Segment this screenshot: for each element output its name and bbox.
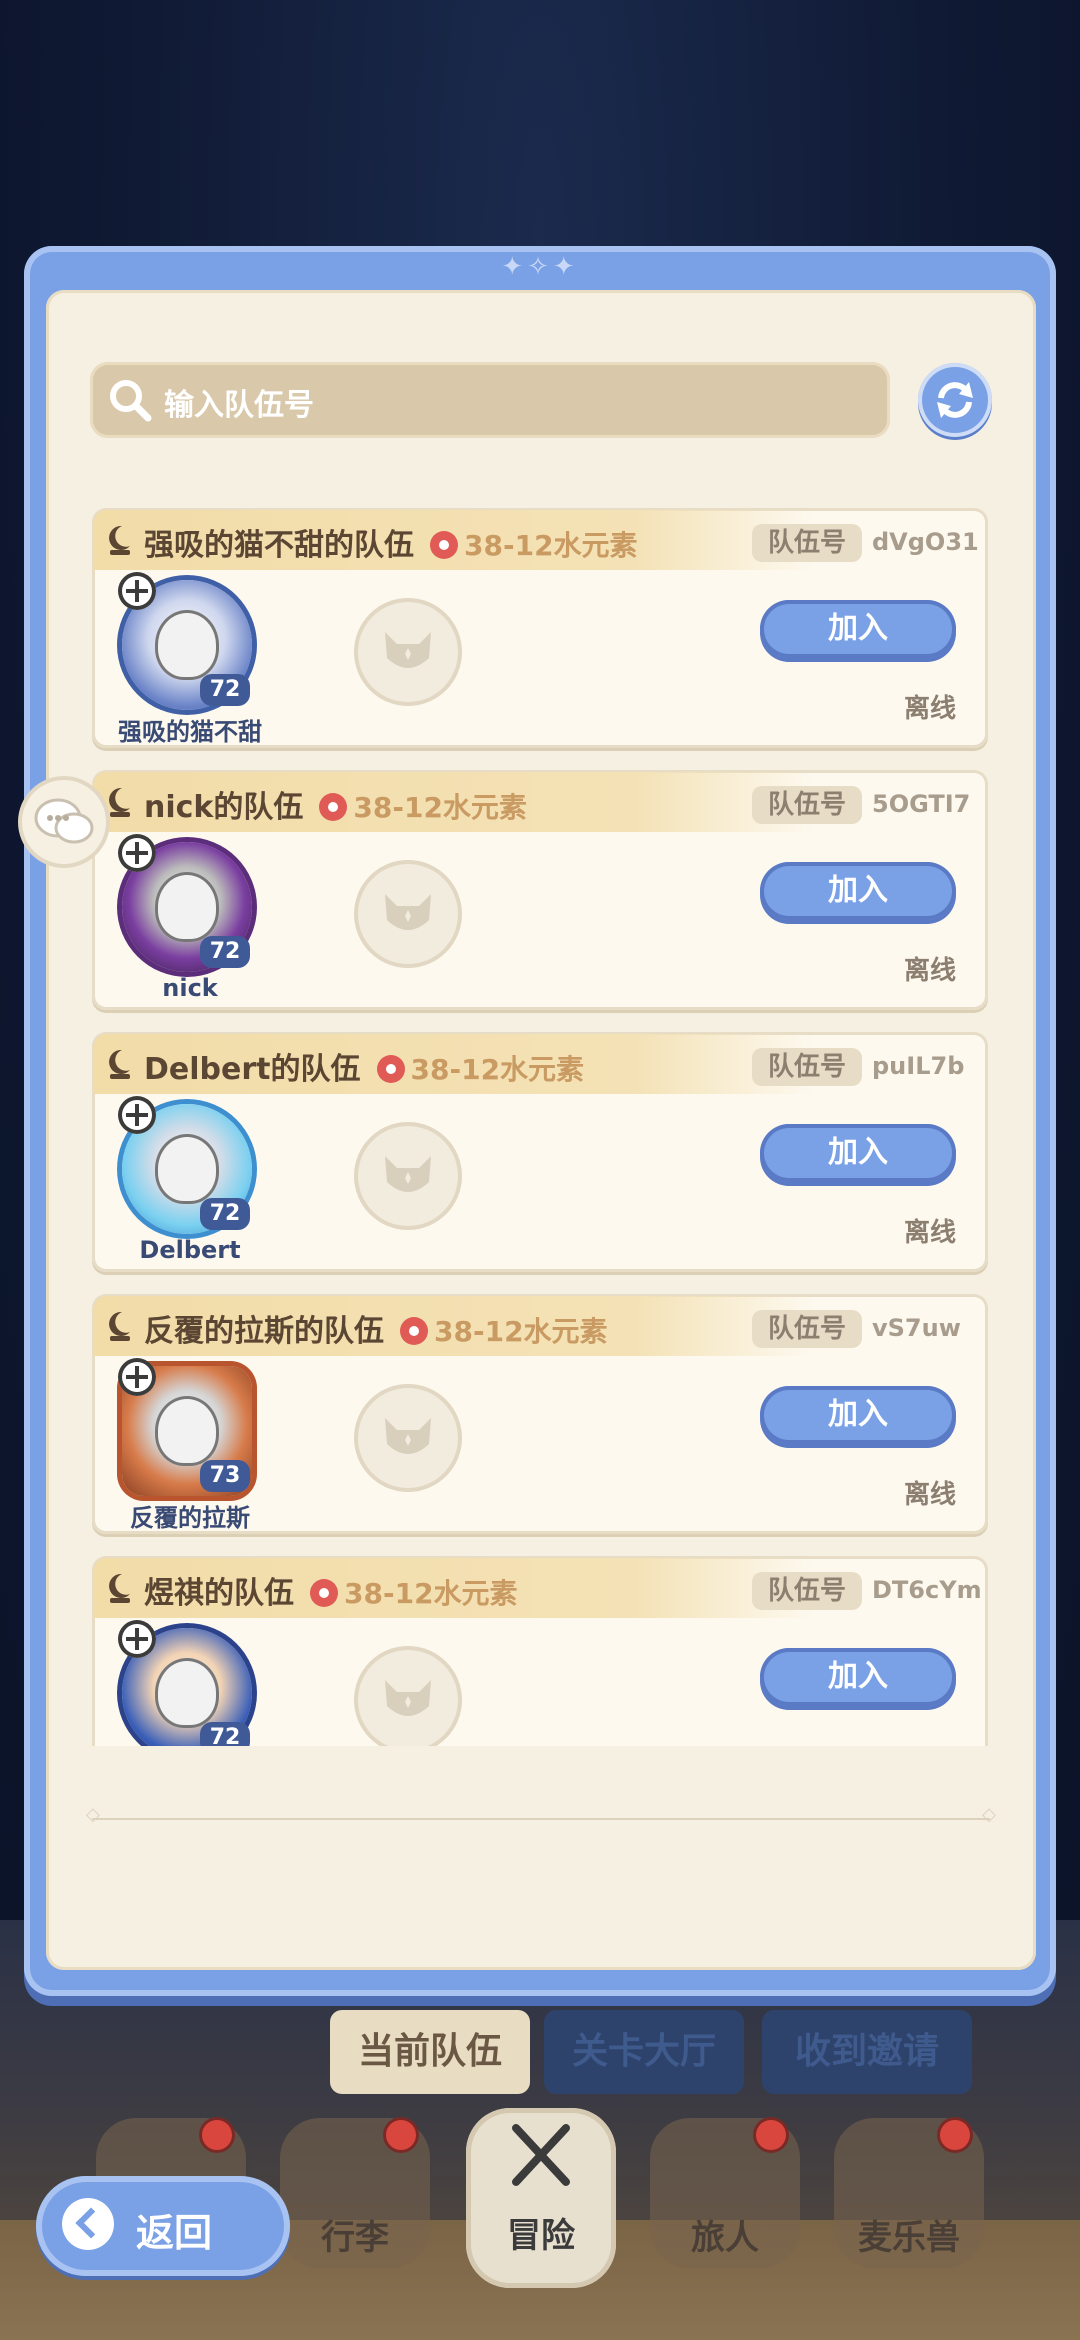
cat-silhouette-icon xyxy=(385,1680,431,1716)
avatar-face xyxy=(155,1134,219,1204)
empty-member-slot xyxy=(354,598,462,706)
notification-dot xyxy=(202,2120,232,2150)
role-cross-icon xyxy=(118,572,156,610)
team-name: 反覆的拉斯的队伍 xyxy=(144,1314,384,1349)
team-name: nick的队伍 xyxy=(144,790,304,825)
empty-member-slot xyxy=(354,1122,462,1230)
team-leader-icon xyxy=(109,1573,130,1603)
cat-silhouette-icon xyxy=(385,1156,431,1192)
location-pin-icon xyxy=(376,1055,405,1083)
cat-silhouette-icon xyxy=(385,894,431,930)
team-leader-icon xyxy=(109,1311,130,1341)
location-pin-icon xyxy=(310,1579,338,1607)
player-level-badge: 72 xyxy=(200,1198,250,1230)
team-number-label: 队伍号 xyxy=(752,524,862,562)
player-name: 反覆的拉斯 xyxy=(130,1504,250,1532)
nav-traveler-label: 旅人 xyxy=(691,2218,759,2258)
avatar-face xyxy=(155,872,219,942)
player-name: 强吸的猫不甜 xyxy=(118,718,262,746)
location-pin-icon xyxy=(400,1317,428,1345)
team-number-label: 队伍号 xyxy=(752,786,862,824)
team-name: 强吸的猫不甜的队伍 xyxy=(144,528,414,563)
role-pickaxe-icon xyxy=(118,1620,156,1658)
team-card: nick的队伍 38-12水元素 队伍号 5OGTI7 72 nick 加入 离线 xyxy=(92,770,988,1010)
location-pin-icon xyxy=(319,793,348,821)
role-cross-icon xyxy=(118,834,156,872)
list-bottom-divider xyxy=(86,1804,996,1825)
crossed-swords-icon xyxy=(512,2124,570,2186)
team-leader-icon xyxy=(109,1049,130,1079)
back-button-label: 返回 xyxy=(136,2211,213,2255)
cat-silhouette-icon xyxy=(385,632,431,668)
panel-ornament-icon: ✦✧✦ xyxy=(501,252,579,282)
chat-button[interactable] xyxy=(22,780,106,864)
avatar-face xyxy=(155,1396,219,1466)
team-card: 强吸的猫不甜的队伍 38-12水元素 队伍号 dVgO31 72 强吸的猫不甜 加… xyxy=(92,508,988,748)
player-level-badge: 72 xyxy=(200,936,250,968)
team-card: Delbert的队伍 38-12水元素 队伍号 puIL7b 72 Delbert… xyxy=(92,1032,988,1272)
player-level-badge: 73 xyxy=(200,1460,250,1492)
tab-current-team[interactable]: 当前队伍 xyxy=(330,2010,530,2094)
team-number-label: 队伍号 xyxy=(752,1048,862,1086)
team-name: 煜祺的队伍 xyxy=(144,1576,294,1611)
notification-dot xyxy=(756,2120,786,2150)
player-name: nick xyxy=(162,974,218,1002)
join-button[interactable]: 加入 xyxy=(760,1648,956,1706)
team-level-range: 38-12水元素 xyxy=(410,1053,585,1086)
notification-dot xyxy=(386,2120,416,2150)
team-number: puIL7b xyxy=(872,1052,965,1080)
search-icon xyxy=(110,380,152,422)
nav-pet-label: 麦乐兽 xyxy=(858,2218,960,2258)
team-number-label: 队伍号 xyxy=(752,1572,862,1610)
team-level-range: 38-12水元素 xyxy=(464,529,638,562)
team-list[interactable]: 强吸的猫不甜的队伍 38-12水元素 队伍号 dVgO31 72 强吸的猫不甜 加… xyxy=(92,508,990,1746)
online-status: 离线 xyxy=(904,1480,957,1510)
empty-member-slot xyxy=(354,1384,462,1492)
avatar-face xyxy=(155,610,219,680)
team-search-input[interactable]: 输入队伍号 xyxy=(90,362,890,438)
tab-stage-lobby[interactable]: 关卡大厅 xyxy=(544,2010,744,2094)
join-button[interactable]: 加入 xyxy=(760,600,956,658)
notification-dot xyxy=(940,2120,970,2150)
location-pin-icon xyxy=(430,531,458,559)
search-placeholder: 输入队伍号 xyxy=(164,388,314,423)
team-card: 反覆的拉斯的队伍 38-12水元素 队伍号 vS7uw 73 反覆的拉斯 加入 离… xyxy=(92,1294,988,1534)
player-level-badge: 72 xyxy=(200,674,250,706)
nav-adventure[interactable]: 冒险 xyxy=(466,2108,616,2288)
team-number: DT6cYm xyxy=(872,1576,982,1604)
empty-member-slot xyxy=(354,1646,462,1746)
team-number: vS7uw xyxy=(872,1314,961,1342)
online-status: 离线 xyxy=(904,956,957,986)
team-card: 煜祺的队伍 38-12水元素 队伍号 DT6cYm 72 加入 xyxy=(92,1556,988,1746)
team-level-range: 38-12水元素 xyxy=(434,1315,608,1348)
player-name: Delbert xyxy=(139,1236,241,1264)
online-status: 离线 xyxy=(904,1218,957,1248)
team-number: 5OGTI7 xyxy=(872,790,971,818)
team-number-label: 队伍号 xyxy=(752,1310,862,1348)
empty-member-slot xyxy=(354,860,462,968)
team-level-range: 38-12水元素 xyxy=(344,1577,518,1610)
chat-bubbles-icon xyxy=(34,798,94,844)
refresh-icon xyxy=(937,382,973,418)
refresh-button[interactable] xyxy=(918,363,992,437)
join-button[interactable]: 加入 xyxy=(760,862,956,920)
online-status: 离线 xyxy=(904,694,957,724)
team-name: Delbert的队伍 xyxy=(144,1052,361,1087)
team-leader-icon xyxy=(109,525,130,555)
role-cross-icon xyxy=(118,1358,156,1396)
back-arrow-icon xyxy=(62,2198,114,2250)
team-number: dVgO31 xyxy=(872,528,979,556)
back-button[interactable]: 返回 xyxy=(36,2176,290,2276)
tab-received-invites[interactable]: 收到邀请 xyxy=(762,2010,972,2094)
role-pickaxe-icon xyxy=(118,1096,156,1134)
join-button[interactable]: 加入 xyxy=(760,1386,956,1444)
cat-silhouette-icon xyxy=(385,1418,431,1454)
team-level-range: 38-12水元素 xyxy=(353,791,527,824)
join-button[interactable]: 加入 xyxy=(760,1124,956,1182)
avatar-face xyxy=(155,1658,219,1728)
team-leader-icon xyxy=(109,787,130,817)
player-level-badge: 72 xyxy=(200,1722,250,1746)
nav-bag-label: 行李 xyxy=(321,2218,389,2258)
nav-adventure-label: 冒险 xyxy=(507,2216,575,2256)
